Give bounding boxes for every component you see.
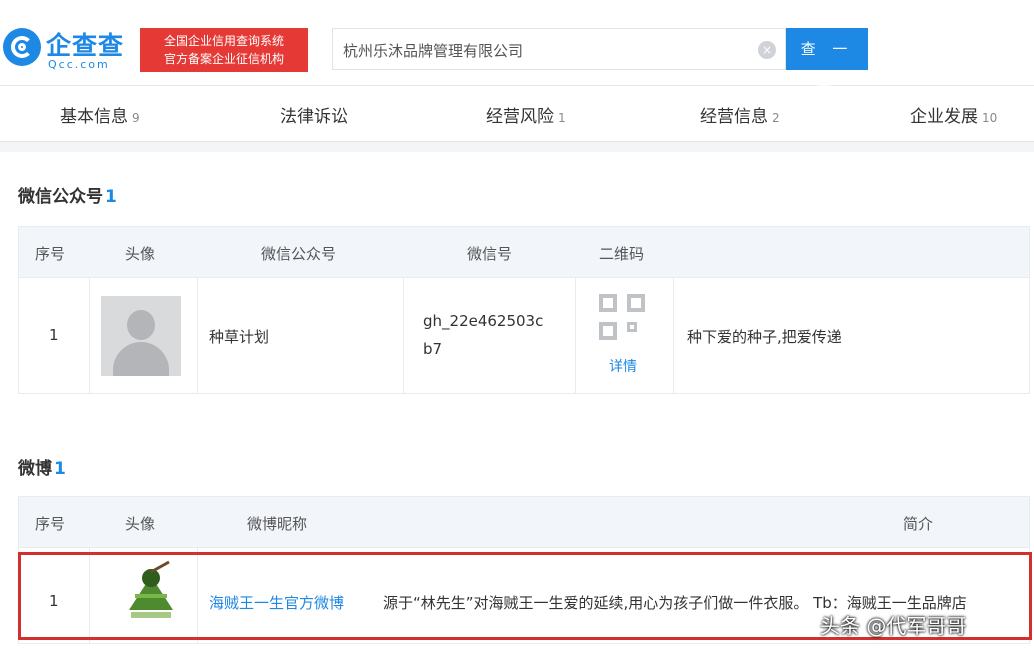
logo-domain: Qcc.com xyxy=(48,58,110,71)
col-wechat-id: 微信号 xyxy=(467,245,513,263)
company-nav-tabs: 基本信息 9 法律诉讼 经营风险 1 经营信息 2 企业发展 10 xyxy=(0,86,1034,142)
row-index: 1 xyxy=(49,592,59,610)
col-qrcode: 二维码 xyxy=(599,245,645,263)
tab-count: 2 xyxy=(772,111,780,125)
col-intro: 简介 xyxy=(903,515,934,533)
tab-business-info[interactable]: 经营信息 2 xyxy=(700,102,780,127)
weibo-avatar-icon xyxy=(129,560,173,618)
table-row: 1 种草计划 gh_22e462503c b7 详情 种下爱的种子,把爱传递 xyxy=(18,278,1030,394)
col-index: 序号 xyxy=(35,515,66,533)
row-index: 1 xyxy=(49,326,59,344)
tab-label: 经营风险 xyxy=(486,107,554,127)
weibo-table-header: 序号 头像 微博昵称 简介 xyxy=(18,496,1030,548)
column-divider xyxy=(403,278,404,393)
default-avatar-icon xyxy=(101,296,181,376)
col-avatar: 头像 xyxy=(125,245,156,263)
tab-count: 1 xyxy=(558,111,566,125)
tab-label: 经营信息 xyxy=(700,107,768,127)
tab-label: 基本信息 xyxy=(60,107,128,127)
clear-icon[interactable]: × xyxy=(758,41,776,59)
column-divider xyxy=(197,278,198,393)
tab-basic-info[interactable]: 基本信息 9 xyxy=(60,102,140,127)
search-input-value[interactable]: 杭州乐沐品牌管理有限公司 xyxy=(343,40,523,61)
wechat-intro: 种下爱的种子,把爱传递 xyxy=(687,328,842,346)
wechat-id-line-2: b7 xyxy=(423,340,443,358)
section-title-text: 微信公众号 xyxy=(18,187,103,207)
qcc-logo-icon[interactable] xyxy=(3,28,41,66)
wechat-account-name: 种草计划 xyxy=(209,328,270,346)
tab-label: 法律诉讼 xyxy=(280,107,348,127)
tab-business-risk[interactable]: 经营风险 1 xyxy=(486,102,566,127)
weibo-section-title: 微博 1 xyxy=(18,454,66,479)
wechat-id-line-1: gh_22e462503c xyxy=(423,312,544,330)
column-divider xyxy=(89,278,90,393)
slogan-line-2: 官方备案企业征信机构 xyxy=(163,52,284,66)
column-divider xyxy=(89,548,90,643)
weibo-name-link[interactable]: 海贼王一生官方微博 xyxy=(209,592,344,613)
watermark: 头条 @代军哥哥 xyxy=(820,614,967,638)
section-title-text: 微博 xyxy=(18,459,52,479)
tab-count: 9 xyxy=(132,111,140,125)
logo-text[interactable]: 企查查 xyxy=(46,26,124,62)
tab-development[interactable]: 企业发展 10 xyxy=(910,102,997,127)
search-input[interactable]: 杭州乐沐品牌管理有限公司 × xyxy=(332,28,786,70)
col-index: 序号 xyxy=(35,245,66,263)
section-count: 1 xyxy=(105,187,117,207)
tab-label: 企业发展 xyxy=(910,107,978,127)
col-avatar: 头像 xyxy=(125,515,156,533)
qr-code-icon[interactable] xyxy=(599,294,647,342)
wechat-section-title: 微信公众号 1 xyxy=(18,182,117,207)
slogan-badge: 全国企业信用查询系统 官方备案企业征信机构 xyxy=(140,28,308,72)
col-weibo-name: 微博昵称 xyxy=(247,515,308,533)
qr-detail-link[interactable]: 详情 xyxy=(609,356,637,376)
col-wechat-name: 微信公众号 xyxy=(261,245,337,263)
search-button[interactable]: 查 一 下 xyxy=(786,28,868,100)
wechat-table-header: 序号 头像 微信公众号 微信号 二维码 xyxy=(18,226,1030,278)
tab-legal[interactable]: 法律诉讼 xyxy=(280,102,352,127)
column-divider xyxy=(197,548,198,643)
slogan-line-1: 全国企业信用查询系统 xyxy=(163,34,284,48)
column-divider xyxy=(575,278,576,393)
top-search-bar: 企查查 Qcc.com 全国企业信用查询系统 官方备案企业征信机构 杭州乐沐品牌… xyxy=(0,0,1034,100)
column-divider xyxy=(673,278,674,393)
section-count: 1 xyxy=(54,459,66,479)
tab-count: 10 xyxy=(982,111,998,125)
